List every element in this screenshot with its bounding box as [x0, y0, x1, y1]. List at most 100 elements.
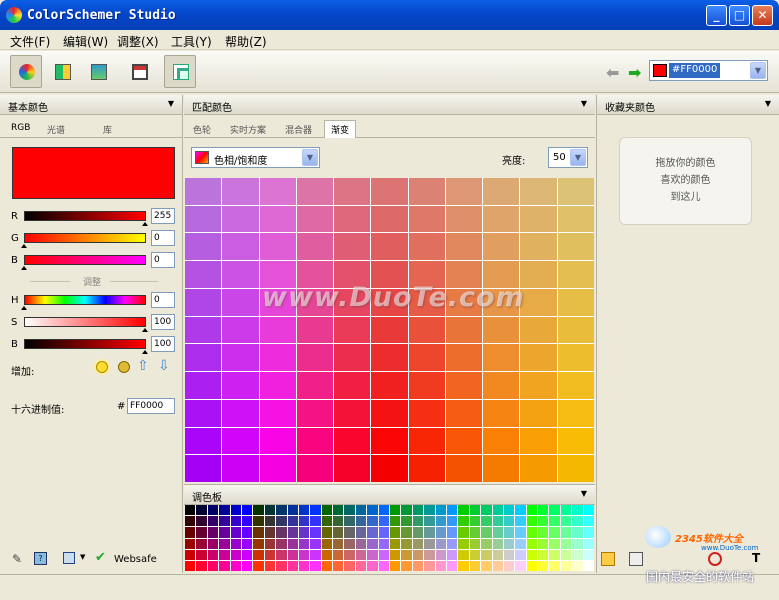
b-value-input[interactable]: 0 — [151, 252, 175, 268]
color-cell[interactable] — [483, 399, 520, 427]
palette-swatch[interactable] — [333, 527, 344, 538]
color-cell[interactable] — [296, 399, 334, 427]
palette-swatch[interactable] — [241, 560, 253, 571]
palette-swatch[interactable] — [446, 527, 458, 538]
chevron-down-icon[interactable]: ▼ — [302, 149, 318, 166]
palette-swatch[interactable] — [310, 505, 321, 516]
color-cell[interactable] — [445, 205, 483, 233]
tab-gradient[interactable]: 渐变 — [324, 120, 357, 138]
palette-swatch[interactable] — [241, 527, 253, 538]
palette-swatch[interactable] — [241, 516, 253, 527]
lighter-icon[interactable] — [96, 361, 108, 373]
palette-swatch[interactable] — [276, 527, 287, 538]
eyedropper-icon[interactable]: ✎ — [12, 552, 22, 566]
palette-swatch[interactable] — [298, 538, 310, 549]
color-cell[interactable] — [408, 178, 445, 205]
palette-swatch[interactable] — [492, 560, 503, 571]
color-cell[interactable] — [222, 261, 259, 288]
color-cell[interactable] — [185, 288, 222, 316]
palette-swatch[interactable] — [458, 560, 469, 571]
color-cell[interactable] — [408, 344, 445, 372]
palette-swatch[interactable] — [390, 538, 401, 549]
color-cell[interactable] — [222, 205, 259, 233]
r-slider[interactable] — [24, 211, 146, 221]
palette-swatch[interactable] — [185, 549, 196, 560]
color-cell[interactable] — [334, 344, 371, 372]
color-cell[interactable] — [408, 455, 445, 482]
color-cell[interactable] — [483, 455, 520, 482]
color-cell[interactable] — [371, 344, 408, 372]
g-slider[interactable] — [24, 233, 146, 243]
color-cell[interactable] — [557, 261, 594, 288]
scheme-tool-button[interactable] — [46, 55, 78, 88]
panel-menu-icon[interactable]: ▼ — [168, 99, 174, 108]
color-cell[interactable] — [445, 399, 483, 427]
palette-swatch[interactable] — [355, 527, 367, 538]
color-cell[interactable] — [483, 178, 520, 205]
palette-swatch[interactable] — [401, 516, 412, 527]
color-cell[interactable] — [222, 427, 259, 455]
palette-swatch[interactable] — [401, 538, 412, 549]
s-slider-thumb[interactable] — [142, 328, 148, 332]
palette-swatch[interactable] — [424, 538, 435, 549]
palette-swatch[interactable] — [560, 560, 572, 571]
color-cell[interactable] — [334, 399, 371, 427]
color-cell[interactable] — [557, 455, 594, 482]
palette-swatch[interactable] — [538, 527, 549, 538]
palette-swatch[interactable] — [196, 560, 207, 571]
color-cell[interactable] — [259, 205, 296, 233]
color-cell[interactable] — [520, 316, 557, 344]
palette-swatch[interactable] — [401, 549, 412, 560]
palette-swatch[interactable] — [185, 538, 196, 549]
palette-swatch[interactable] — [538, 516, 549, 527]
palette-swatch[interactable] — [481, 527, 492, 538]
darker-icon[interactable] — [118, 361, 130, 373]
color-cell[interactable] — [371, 399, 408, 427]
palette-swatch[interactable] — [469, 516, 481, 527]
palette-swatch[interactable] — [344, 538, 355, 549]
palette-swatch[interactable] — [310, 560, 321, 571]
palette-swatch[interactable] — [572, 549, 583, 560]
palette-swatch[interactable] — [492, 538, 503, 549]
palette-swatch[interactable] — [549, 560, 560, 571]
color-cell[interactable] — [259, 455, 296, 482]
color-cell[interactable] — [520, 233, 557, 261]
palette-swatch[interactable] — [378, 549, 389, 560]
palette-swatch[interactable] — [424, 505, 435, 516]
color-cell[interactable] — [371, 427, 408, 455]
color-cell[interactable] — [371, 233, 408, 261]
palette-swatch[interactable] — [458, 516, 469, 527]
g-value-input[interactable]: 0 — [151, 230, 175, 246]
maximize-button[interactable]: □ — [729, 5, 750, 26]
menu-adjust[interactable]: 调整(X) — [117, 33, 159, 50]
palette-swatch[interactable] — [321, 560, 333, 571]
palette-swatch[interactable] — [515, 549, 526, 560]
palette-swatch[interactable] — [287, 538, 298, 549]
palette-swatch[interactable] — [424, 527, 435, 538]
color-cell[interactable] — [296, 205, 334, 233]
color-cell[interactable] — [483, 316, 520, 344]
palette-swatch[interactable] — [572, 516, 583, 527]
palette-swatch[interactable] — [390, 549, 401, 560]
palette-swatch[interactable] — [458, 549, 469, 560]
g-slider-thumb[interactable] — [21, 244, 27, 248]
palette-swatch[interactable] — [276, 516, 287, 527]
color-cell[interactable] — [185, 261, 222, 288]
palette-swatch[interactable] — [469, 505, 481, 516]
color-cell[interactable] — [445, 372, 483, 399]
tab-library[interactable]: 库 — [103, 123, 112, 136]
palette-swatch[interactable] — [503, 549, 515, 560]
palette-swatch[interactable] — [538, 549, 549, 560]
color-cell[interactable] — [334, 427, 371, 455]
palette-swatch[interactable] — [344, 549, 355, 560]
palette-swatch[interactable] — [492, 516, 503, 527]
gradient-mode-select[interactable]: 色相/饱和度 ▼ — [191, 147, 320, 168]
color-cell[interactable] — [222, 372, 259, 399]
palette-swatch[interactable] — [196, 505, 207, 516]
palette-swatch[interactable] — [538, 538, 549, 549]
palette-swatch[interactable] — [412, 516, 424, 527]
palette-swatch[interactable] — [230, 538, 241, 549]
palette-swatch[interactable] — [526, 527, 538, 538]
palette-swatch[interactable] — [503, 505, 515, 516]
palette-swatch[interactable] — [515, 516, 526, 527]
